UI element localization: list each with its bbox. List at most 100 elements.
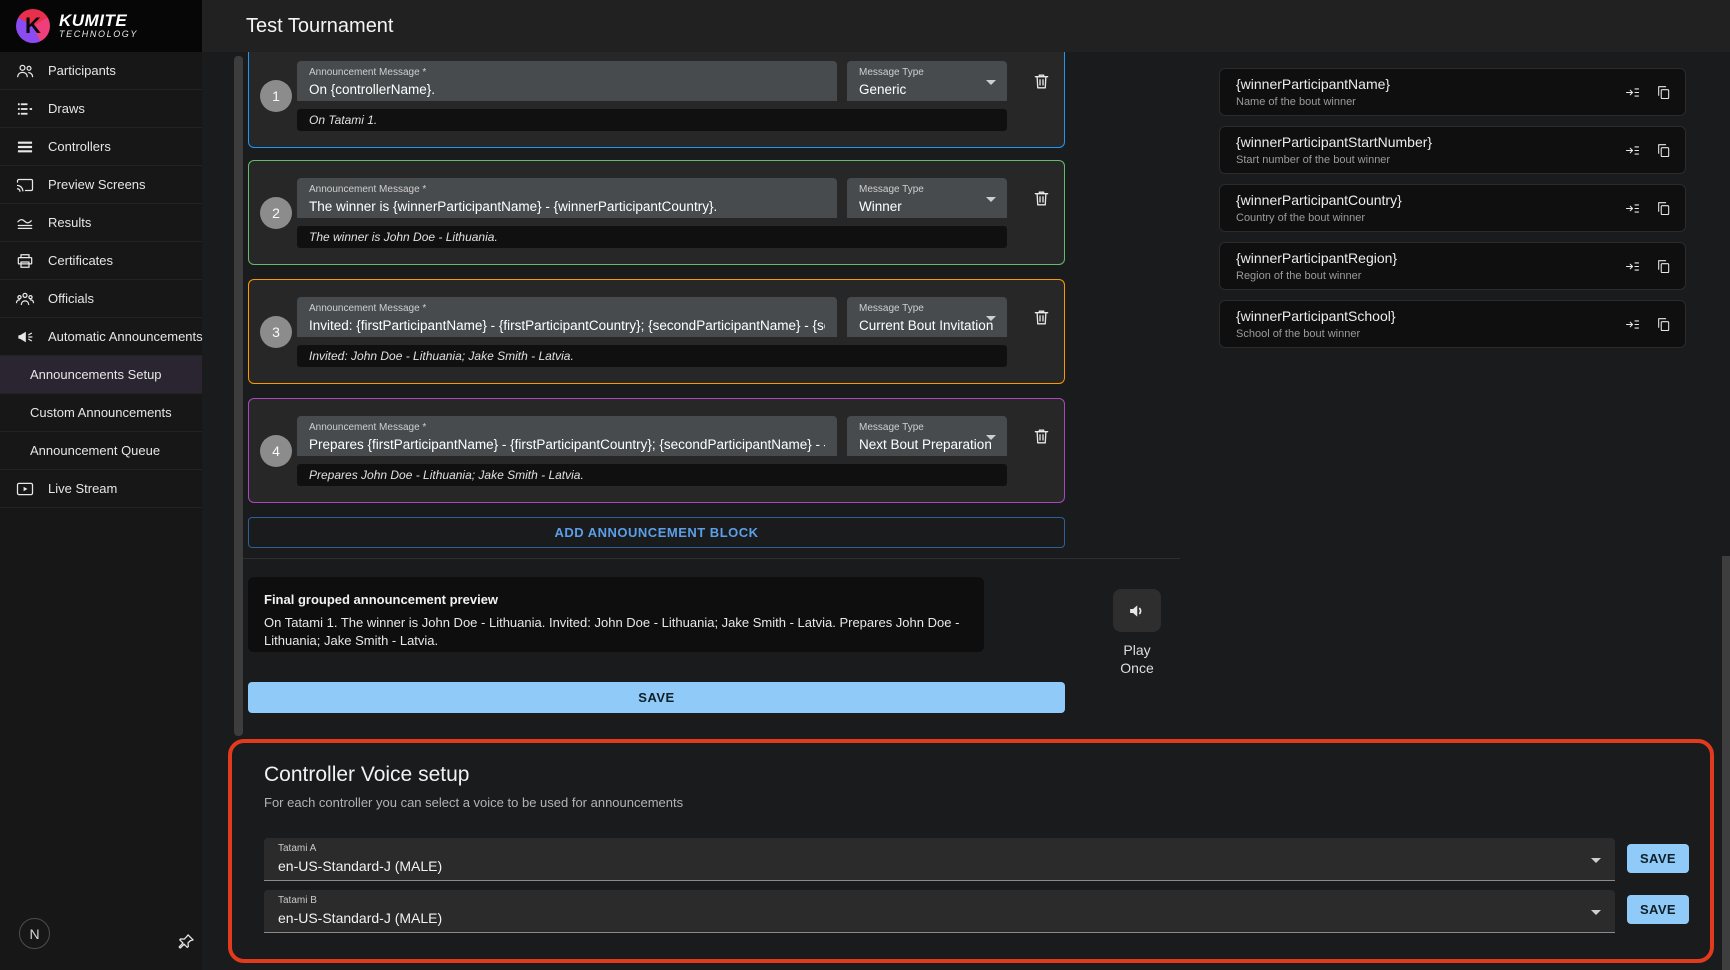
placeholder-token: {winnerParticipantName} <box>1236 76 1390 92</box>
sidebar-item-announcement-queue[interactable]: Announcement Queue <box>0 432 202 470</box>
placeholder-card: {winnerParticipantName} Name of the bout… <box>1219 68 1686 116</box>
placeholder-card: {winnerParticipantStartNumber} Start num… <box>1219 126 1686 174</box>
tatami-b-voice-select[interactable]: Tatami B en-US-Standard-J (MALE) <box>264 890 1615 933</box>
block-number-badge: 4 <box>260 435 292 467</box>
chevron-down-icon <box>986 435 996 440</box>
tatami-b-save-button[interactable]: SAVE <box>1627 895 1689 924</box>
chevron-down-icon <box>986 80 996 85</box>
app-logo[interactable]: K KUMITE TECHNOLOGY <box>0 0 202 52</box>
sidebar-item-participants[interactable]: Participants <box>0 52 202 90</box>
content-scrollbar[interactable] <box>234 56 243 736</box>
announcement-message-input[interactable]: Announcement Message * The winner is {wi… <box>297 178 837 218</box>
kumite-logo-icon: K <box>16 9 50 43</box>
announcement-message-label: Announcement Message * <box>309 422 825 433</box>
tatami-b-voice-value: en-US-Standard-J (MALE) <box>278 910 1601 926</box>
copy-icon[interactable] <box>1655 258 1672 275</box>
message-type-value: Winner <box>859 199 995 214</box>
announcement-message-input[interactable]: Announcement Message * Prepares {firstPa… <box>297 416 837 456</box>
play-once-button[interactable] <box>1113 589 1161 632</box>
message-type-select[interactable]: Message Type Current Bout Invitation <box>847 297 1007 337</box>
page-title: Test Tournament <box>246 15 394 38</box>
pin-sidebar-icon[interactable] <box>176 932 196 952</box>
live-stream-icon <box>15 479 35 499</box>
delete-block-button[interactable] <box>1031 307 1052 328</box>
delete-block-button[interactable] <box>1031 426 1052 447</box>
participants-icon <box>15 61 35 81</box>
insert-placeholder-icon[interactable] <box>1624 200 1641 217</box>
page-scrollbar[interactable] <box>1722 556 1730 970</box>
message-type-value: Current Bout Invitation <box>859 318 995 333</box>
copy-icon[interactable] <box>1655 84 1672 101</box>
placeholder-card: {winnerParticipantSchool} School of the … <box>1219 300 1686 348</box>
announcement-preview: Invited: John Doe - Lithuania; Jake Smit… <box>297 345 1007 367</box>
voice-setup-subtitle: For each controller you can select a voi… <box>264 795 683 810</box>
sidebar-item-controllers[interactable]: Controllers <box>0 128 202 166</box>
brand-name: KUMITE <box>59 12 138 29</box>
topbar: K KUMITE TECHNOLOGY Test Tournament <box>0 0 1730 52</box>
save-announcements-button[interactable]: SAVE <box>248 682 1065 713</box>
sidebar: Participants Draws Controllers Preview S… <box>0 52 202 970</box>
chevron-down-icon <box>1591 910 1601 915</box>
chevron-down-icon <box>986 316 996 321</box>
insert-placeholder-icon[interactable] <box>1624 316 1641 333</box>
tatami-a-save-button[interactable]: SAVE <box>1627 844 1689 873</box>
sidebar-item-certificates[interactable]: Certificates <box>0 242 202 280</box>
delete-block-button[interactable] <box>1031 71 1052 92</box>
sidebar-item-officials[interactable]: Officials <box>0 280 202 318</box>
sidebar-item-draws[interactable]: Draws <box>0 90 202 128</box>
announcement-block-2: 2 Announcement Message * The winner is {… <box>248 160 1065 265</box>
placeholder-description: Start number of the bout winner <box>1236 154 1390 166</box>
controllers-icon <box>15 137 35 157</box>
controller-voice-setup-annotation: Controller Voice setup For each controll… <box>228 739 1714 963</box>
announcement-message-input[interactable]: Announcement Message * Invited: {firstPa… <box>297 297 837 337</box>
placeholder-card: {winnerParticipantCountry} Country of th… <box>1219 184 1686 232</box>
tatami-a-voice-value: en-US-Standard-J (MALE) <box>278 858 1601 874</box>
sidebar-item-preview-screens[interactable]: Preview Screens <box>0 166 202 204</box>
placeholder-description: Country of the bout winner <box>1236 212 1365 224</box>
app-root: 1 Announcement Message * On {controllerN… <box>0 0 1730 970</box>
message-type-select[interactable]: Message Type Winner <box>847 178 1007 218</box>
copy-icon[interactable] <box>1655 200 1672 217</box>
placeholder-card: {winnerParticipantRegion} Region of the … <box>1219 242 1686 290</box>
placeholder-description: Name of the bout winner <box>1236 96 1356 108</box>
brand-subtitle: TECHNOLOGY <box>59 29 138 40</box>
sidebar-item-automatic-announcements[interactable]: Automatic Announcements <box>0 318 202 356</box>
announcement-block-1: 1 Announcement Message * On {controllerN… <box>248 43 1065 148</box>
announcement-message-value: On {controllerName}. <box>309 82 825 97</box>
user-avatar[interactable]: N <box>19 918 50 949</box>
chevron-down-icon <box>1591 858 1601 863</box>
add-announcement-block-button[interactable]: ADD ANNOUNCEMENT BLOCK <box>248 517 1065 548</box>
message-type-select[interactable]: Message Type Next Bout Preparation <box>847 416 1007 456</box>
sidebar-item-live-stream[interactable]: Live Stream <box>0 470 202 508</box>
insert-placeholder-icon[interactable] <box>1624 142 1641 159</box>
announcement-message-label: Announcement Message * <box>309 303 825 314</box>
tatami-a-voice-select[interactable]: Tatami A en-US-Standard-J (MALE) <box>264 838 1615 881</box>
announcement-message-input[interactable]: Announcement Message * On {controllerNam… <box>297 61 837 101</box>
delete-block-button[interactable] <box>1031 188 1052 209</box>
results-icon <box>15 213 35 233</box>
announcement-message-value: Prepares {firstParticipantName} - {first… <box>309 437 825 452</box>
message-type-label: Message Type <box>859 422 995 433</box>
printer-icon <box>15 251 35 271</box>
placeholder-token: {winnerParticipantSchool} <box>1236 308 1396 324</box>
block-number-badge: 3 <box>260 316 292 348</box>
sidebar-footer: N <box>0 910 202 970</box>
final-preview-title: Final grouped announcement preview <box>264 592 968 607</box>
insert-placeholder-icon[interactable] <box>1624 258 1641 275</box>
sidebar-item-custom-announcements[interactable]: Custom Announcements <box>0 394 202 432</box>
message-type-select[interactable]: Message Type Generic <box>847 61 1007 101</box>
final-preview-text: On Tatami 1. The winner is John Doe - Li… <box>264 614 968 650</box>
sidebar-item-results[interactable]: Results <box>0 204 202 242</box>
sidebar-item-announcements-setup[interactable]: Announcements Setup <box>0 356 202 394</box>
copy-icon[interactable] <box>1655 316 1672 333</box>
announcement-message-value: Invited: {firstParticipantName} - {first… <box>309 318 825 333</box>
copy-icon[interactable] <box>1655 142 1672 159</box>
play-once-label: Play Once <box>1095 641 1179 677</box>
tatami-b-label: Tatami B <box>278 895 1601 906</box>
tatami-a-label: Tatami A <box>278 843 1601 854</box>
block-number-badge: 2 <box>260 197 292 229</box>
message-type-label: Message Type <box>859 67 995 78</box>
section-divider <box>236 558 1180 559</box>
placeholder-token: {winnerParticipantCountry} <box>1236 192 1402 208</box>
insert-placeholder-icon[interactable] <box>1624 84 1641 101</box>
